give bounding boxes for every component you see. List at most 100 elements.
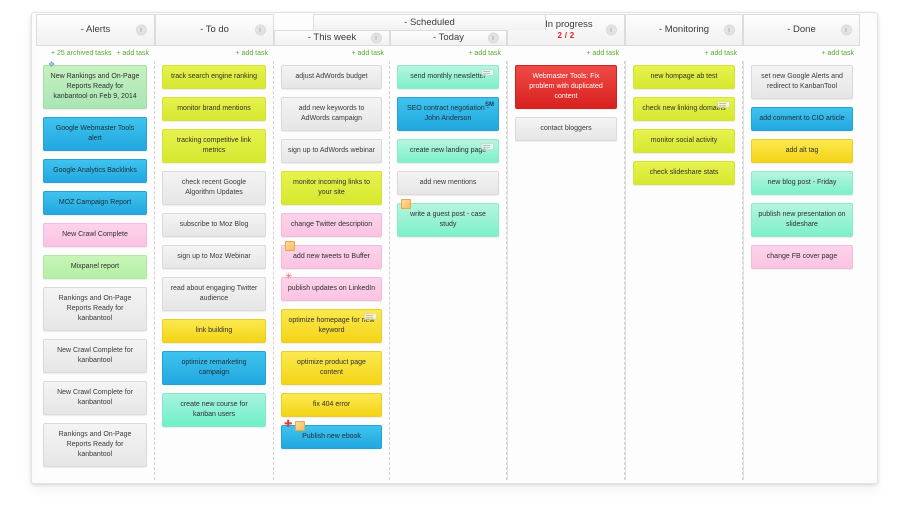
task-card[interactable]: monitor brand mentions <box>162 97 266 121</box>
add-task-link-to-do[interactable]: + add task <box>236 50 269 57</box>
task-card[interactable]: optimize homepage for new keyword <box>281 309 382 343</box>
task-card[interactable]: set new Google Alerts and redirect to Ka… <box>751 65 853 99</box>
card-title: set new Google Alerts and redirect to Ka… <box>761 73 843 90</box>
column-settings-gear-icon[interactable] <box>841 24 852 36</box>
add-task-link-done[interactable]: + add task <box>822 50 855 57</box>
add-task-link-alerts[interactable]: + add task <box>117 50 150 57</box>
column-settings-gear-icon[interactable] <box>488 32 499 44</box>
card-description-lines-icon <box>364 313 377 320</box>
card-star-icon: ✳ <box>285 271 293 281</box>
card-title: New Rankings and On-Page Reports Ready f… <box>50 73 140 100</box>
card-title: New Crawl Complete for kanbantool <box>57 347 133 364</box>
column-monitoring: new hompage ab test check new linking dom… <box>625 61 743 480</box>
task-card[interactable]: New Crawl Complete for kanbantool <box>43 381 147 415</box>
column-actions-alerts: + 25 archived tasks + add task <box>36 46 155 61</box>
column-header-to-do[interactable]: - To do <box>155 14 274 46</box>
task-card[interactable]: sign up to AdWords webinar <box>281 139 382 163</box>
column-title-monitoring: - Monitoring <box>658 24 710 35</box>
task-card[interactable]: ❖ New Rankings and On-Page Reports Ready … <box>43 61 147 109</box>
card-title: check recent Google Algorithm Updates <box>181 179 247 196</box>
task-card[interactable]: add comment to CIO article <box>751 107 853 131</box>
task-card[interactable]: adjust AdWords budget <box>281 65 382 89</box>
column-settings-gear-icon[interactable] <box>255 24 266 36</box>
column-settings-gear-icon[interactable] <box>606 24 617 36</box>
task-card[interactable]: write a guest post - case study <box>397 199 499 237</box>
task-card[interactable]: add new tweets to Buffer <box>281 241 382 269</box>
task-card[interactable]: MOZ Campaign Report <box>43 191 147 215</box>
task-card[interactable]: check new linking domains <box>633 97 735 121</box>
card-title: subscribe to Moz Blog <box>179 221 249 228</box>
task-card[interactable]: create new landing page <box>397 139 499 163</box>
task-card[interactable]: New Crawl Complete for kanbantool <box>43 339 147 373</box>
card-title: new blog post - Friday <box>767 179 837 186</box>
card-title: create new course for kanban users <box>180 401 248 418</box>
board-columns: ❖ New Rankings and On-Page Reports Ready … <box>36 61 874 480</box>
card-title: MOZ Campaign Report <box>58 199 132 206</box>
column-header-monitoring[interactable]: - Monitoring <box>625 14 743 46</box>
task-card[interactable]: check slideshare stats <box>633 161 735 185</box>
task-card[interactable]: add new mentions <box>397 171 499 195</box>
card-initials-badge: SM <box>485 102 494 108</box>
card-title: monitor incoming links to your site <box>292 179 371 196</box>
task-card[interactable]: ✳ publish updates on LinkedIn <box>281 272 382 301</box>
task-card[interactable]: sign up to Moz Webinar <box>162 245 266 269</box>
column-actions-done: + add task <box>743 46 860 61</box>
task-card[interactable]: Rankings and On-Page Reports Ready for k… <box>43 423 147 467</box>
task-card[interactable]: optimize product page content <box>281 351 382 385</box>
task-card[interactable]: monitor incoming links to your site <box>281 171 382 205</box>
card-title: SEO contract negotiation - John Anderson <box>406 105 490 122</box>
task-card[interactable]: Mixpanel report <box>43 255 147 279</box>
column-title-done: - Done <box>787 24 816 35</box>
column-in-progress: Webmaster Tools: Fix problem with duplic… <box>507 61 625 480</box>
card-title: adjust AdWords budget <box>295 73 368 80</box>
task-card[interactable]: Google Analytics Backlinks <box>43 159 147 183</box>
card-title: fix 404 error <box>312 401 351 408</box>
task-card[interactable]: fix 404 error <box>281 393 382 417</box>
column-to-do: track search engine ranking monitor brand… <box>155 61 274 480</box>
card-title: add new mentions <box>419 179 477 186</box>
task-card[interactable]: add alt tag <box>751 139 853 163</box>
task-card[interactable]: subscribe to Moz Blog <box>162 213 266 237</box>
task-card[interactable]: track search engine ranking <box>162 65 266 89</box>
column-header-done[interactable]: - Done <box>743 14 860 46</box>
task-card[interactable]: read about engaging Twitter audience <box>162 277 266 311</box>
card-title: publish new presentation on slideshare <box>758 211 846 228</box>
task-card[interactable]: Google Webmaster Tools alert <box>43 117 147 151</box>
card-title: write a guest post - case study <box>410 211 486 228</box>
card-diamond-icon: ❖ <box>48 60 56 69</box>
add-task-link-monitoring[interactable]: + add task <box>705 50 738 57</box>
task-card[interactable]: send monthly newsletter <box>397 65 499 89</box>
card-title: monitor brand mentions <box>177 105 251 112</box>
task-card[interactable]: Webmaster Tools: Fix problem with duplic… <box>515 65 617 109</box>
task-card[interactable]: new hompage ab test <box>633 65 735 89</box>
task-card[interactable]: check recent Google Algorithm Updates <box>162 171 266 205</box>
task-card[interactable]: change Twitter description <box>281 213 382 237</box>
column-header-this-week[interactable]: - This week <box>274 30 390 46</box>
task-card[interactable]: create new course for kanban users <box>162 393 266 427</box>
board-header: - Alerts - To do - This week - Today - In pr… <box>36 14 874 46</box>
column-header-today[interactable]: - Today <box>390 30 507 46</box>
column-settings-gear-icon[interactable] <box>724 24 735 36</box>
task-card[interactable]: link building <box>162 319 266 343</box>
task-card[interactable]: Rankings and On-Page Reports Ready for k… <box>43 287 147 331</box>
column-settings-gear-icon[interactable] <box>371 32 382 44</box>
column-header-alerts[interactable]: - Alerts <box>36 14 155 46</box>
add-task-link-in-progress[interactable]: + add task <box>587 50 620 57</box>
card-title: add comment to CIO article <box>759 115 845 122</box>
task-card[interactable]: tracking competitive link metrics <box>162 129 266 163</box>
task-card[interactable]: change FB cover page <box>751 245 853 269</box>
task-card[interactable]: optimize remarketing campaign <box>162 351 266 385</box>
task-card[interactable]: new blog post - Friday <box>751 171 853 195</box>
page-root: - Alerts - To do - This week - Today - In pr… <box>0 0 900 520</box>
task-card[interactable]: New Crawl Complete <box>43 223 147 247</box>
task-card[interactable]: SM SEO contract negotiation - John Anders… <box>397 97 499 131</box>
task-card[interactable]: add new keywords to AdWords campaign <box>281 97 382 131</box>
add-task-link-this-week[interactable]: + add task <box>352 50 385 57</box>
task-card[interactable]: ✚ Publish new ebook <box>281 420 382 449</box>
task-card[interactable]: publish new presentation on slideshare <box>751 203 853 237</box>
task-card[interactable]: contact bloggers <box>515 117 617 141</box>
task-card[interactable]: monitor social activity <box>633 129 735 153</box>
column-settings-gear-icon[interactable] <box>136 24 147 36</box>
archived-tasks-link-alerts[interactable]: + 25 archived tasks <box>51 50 112 57</box>
add-task-link-today[interactable]: + add task <box>469 50 502 57</box>
